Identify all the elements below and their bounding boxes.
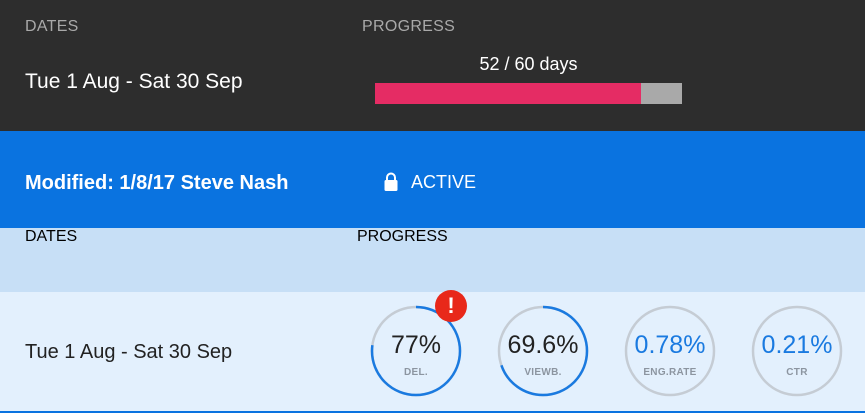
- status-label: ACTIVE: [411, 172, 477, 192]
- modified-info: Modified: 1/8/17 Steve Nash: [25, 172, 289, 194]
- dates-label: DATES: [25, 18, 79, 35]
- progress-bar-fill: [375, 83, 642, 104]
- metric-value: 0.78%: [634, 331, 706, 359]
- metric-viewability[interactable]: 69.6% VIEWB.: [497, 305, 589, 397]
- row-dates-value: Tue 1 Aug - Sat 30 Sep: [25, 341, 233, 363]
- metric-label: CTR: [786, 367, 808, 378]
- metric-label: VIEWB.: [524, 367, 562, 378]
- progress-label: PROGRESS: [362, 18, 456, 35]
- metric-value: 77%: [390, 331, 442, 359]
- progress-bar: [375, 83, 682, 104]
- dates-value: Tue 1 Aug - Sat 30 Sep: [25, 70, 243, 93]
- days-progress-text: 52 / 60 days: [479, 54, 578, 74]
- metric-engagement-rate[interactable]: 0.78% ENG.RATE: [624, 305, 716, 397]
- metric-value: 0.21%: [761, 331, 833, 359]
- lock-icon: [384, 172, 398, 191]
- alert-icon[interactable]: !: [435, 290, 467, 322]
- progress-column-header: PROGRESS: [357, 228, 448, 245]
- metric-label: DEL.: [404, 367, 428, 378]
- metric-label: ENG.RATE: [643, 367, 697, 378]
- metric-ctr[interactable]: 0.21% CTR: [751, 305, 843, 397]
- metric-value: 69.6%: [507, 331, 579, 359]
- dates-column-header: DATES: [25, 228, 78, 245]
